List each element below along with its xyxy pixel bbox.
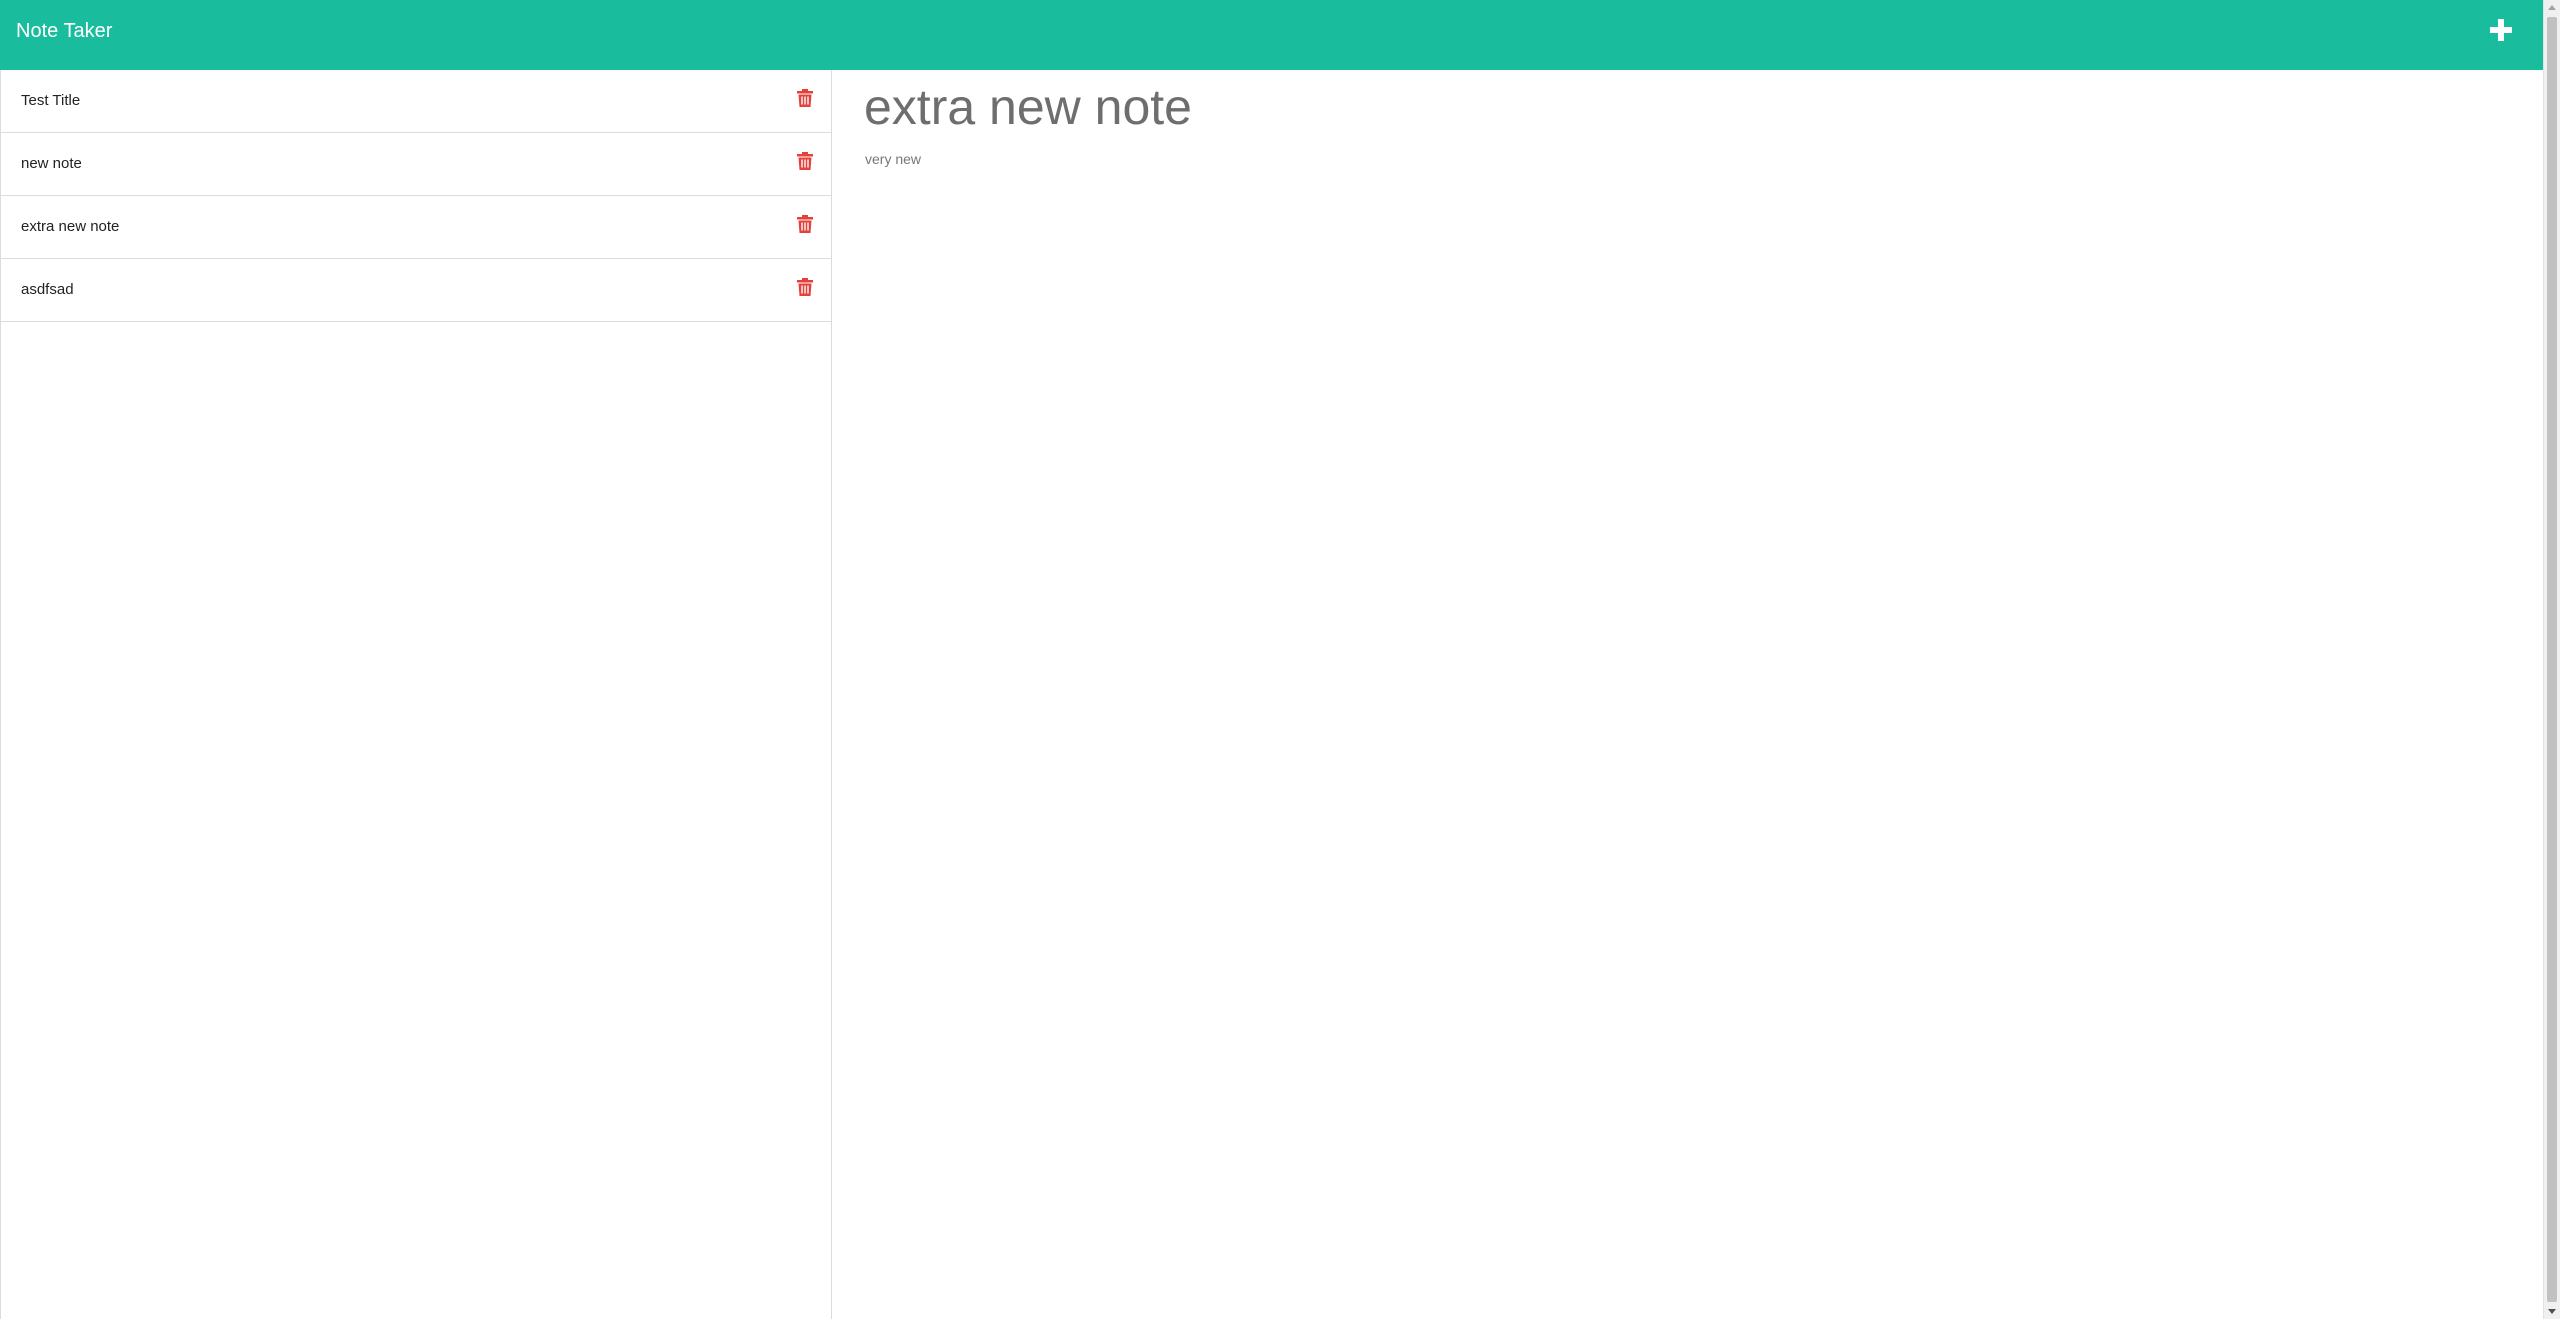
note-title: extra new note xyxy=(21,218,120,235)
plus-icon xyxy=(2490,19,2512,41)
note-title: Test Title xyxy=(21,92,81,109)
delete-note-button[interactable] xyxy=(797,89,813,107)
note-title-field[interactable]: extra new note xyxy=(864,78,1192,136)
trash-icon xyxy=(797,278,813,296)
note-list: Test Title new note extra new note asdfs… xyxy=(0,70,832,1319)
list-item[interactable]: new note xyxy=(1,133,831,196)
list-item[interactable]: Test Title xyxy=(1,70,831,133)
note-text-field[interactable]: very new xyxy=(865,151,921,167)
scroll-down-icon[interactable] xyxy=(2548,1309,2556,1314)
trash-icon xyxy=(797,89,813,107)
trash-icon xyxy=(797,215,813,233)
scroll-up-icon[interactable] xyxy=(2548,5,2556,10)
delete-note-button[interactable] xyxy=(797,152,813,170)
list-item[interactable]: asdfsad xyxy=(1,259,831,322)
page-scrollbar[interactable] xyxy=(2543,0,2560,1319)
navbar: Note Taker xyxy=(0,0,2543,70)
note-editor: extra new note very new xyxy=(832,70,2543,1319)
app-title[interactable]: Note Taker xyxy=(16,20,112,43)
new-note-button[interactable] xyxy=(2489,18,2513,42)
note-title: new note xyxy=(21,155,82,172)
list-item[interactable]: extra new note xyxy=(1,196,831,259)
scroll-thumb[interactable] xyxy=(2547,17,2557,1302)
delete-note-button[interactable] xyxy=(797,278,813,296)
delete-note-button[interactable] xyxy=(797,215,813,233)
trash-icon xyxy=(797,152,813,170)
note-title: asdfsad xyxy=(21,281,74,298)
